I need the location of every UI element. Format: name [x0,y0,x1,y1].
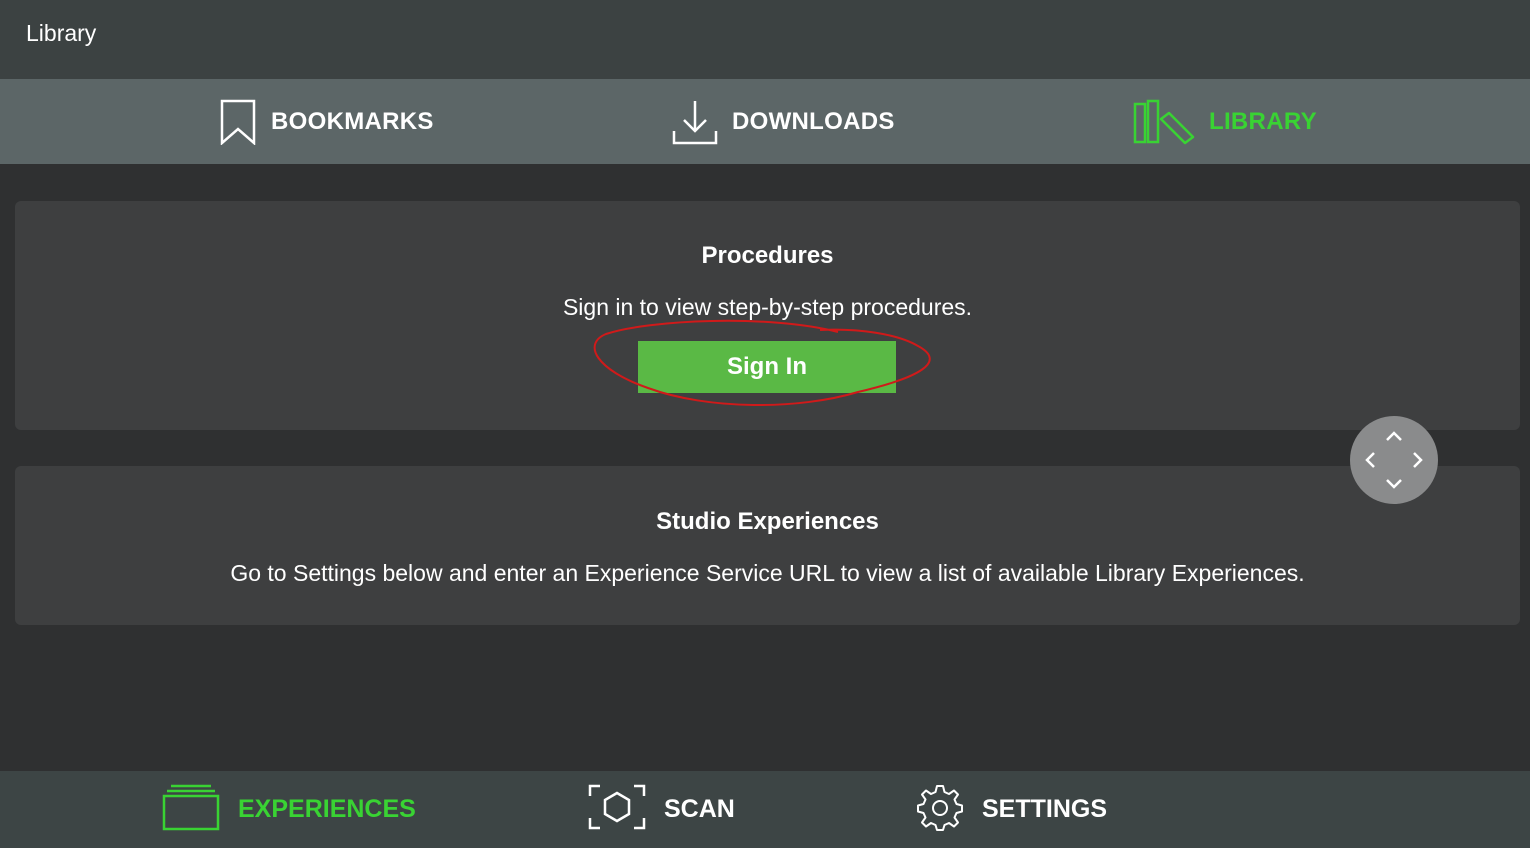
studio-experiences-text: Go to Settings below and enter an Experi… [230,560,1305,586]
library-icon [1133,99,1195,145]
tab-bookmarks-label: BOOKMARKS [271,107,434,135]
tab-scan[interactable]: SCAN [588,771,735,848]
tab-library[interactable]: LIBRARY [1133,79,1317,164]
sign-in-button[interactable]: Sign In [638,341,896,393]
tab-experiences-label: EXPERIENCES [238,795,416,823]
gear-icon [916,783,964,836]
top-tab-bar: BOOKMARKS DOWNLOADS LIBRARY [0,79,1530,164]
bottom-nav-bar: EXPERIENCES SCAN SETTINGS [0,771,1530,848]
tab-bookmarks[interactable]: BOOKMARKS [219,79,434,164]
download-icon [672,99,718,145]
tab-downloads[interactable]: DOWNLOADS [672,79,895,164]
procedures-title: Procedures [701,242,834,269]
scan-icon [588,784,646,835]
procedures-text: Sign in to view step-by-step procedures. [562,294,973,320]
procedures-card: Procedures Sign in to view step-by-step … [15,201,1520,430]
tab-downloads-label: DOWNLOADS [732,107,895,135]
bookmark-icon [219,99,257,145]
tab-settings-label: SETTINGS [982,795,1108,823]
tab-settings[interactable]: SETTINGS [916,771,1107,848]
tab-library-label: LIBRARY [1209,107,1317,135]
studio-experiences-title: Studio Experiences [656,508,879,535]
tab-scan-label: SCAN [664,795,735,823]
experiences-icon [162,783,220,836]
tab-experiences[interactable]: EXPERIENCES [162,771,416,848]
navigation-pad[interactable] [1350,416,1438,504]
page-title: Library [26,20,97,46]
direction-arrows-icon [1365,431,1423,489]
title-bar: Library [0,0,1530,79]
studio-experiences-card: Studio Experiences Go to Settings below … [15,466,1520,625]
